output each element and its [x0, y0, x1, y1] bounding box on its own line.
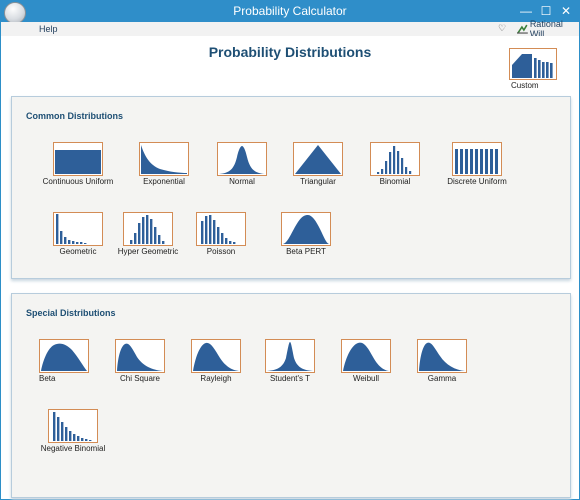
triangular-icon [295, 145, 341, 174]
continuous-uniform-label: Continuous Uniform [42, 177, 114, 186]
page-title: Probability Distributions [208, 44, 372, 60]
minimize-icon[interactable]: — [518, 3, 534, 19]
special-distributions-panel: Special Distributions Beta Chi Square Ra… [11, 293, 571, 498]
chi-square-icon [117, 343, 163, 371]
binomial-icon [377, 146, 412, 174]
brand-link[interactable]: Rational Will [517, 19, 579, 39]
gamma-label: Gamma [427, 374, 457, 383]
continuous-uniform-icon [55, 150, 101, 174]
geometric-icon [56, 214, 87, 244]
discrete-uniform-icon [455, 149, 498, 174]
beta-pert-button[interactable]: Beta PERT [256, 212, 356, 256]
weibull-icon [343, 342, 389, 371]
negative-binomial-button[interactable]: Negative Binomial [23, 409, 123, 453]
poisson-icon [201, 215, 236, 244]
window-title: Probability Calculator [233, 4, 347, 18]
beta-pert-icon [283, 215, 329, 244]
rational-will-logo-icon [517, 24, 528, 34]
main-content: Probability Distributions Custom Common … [1, 36, 579, 499]
common-distributions-title: Common Distributions [26, 111, 123, 121]
beta-icon [41, 343, 87, 371]
menu-bar: Help ♡ Rational Will [1, 19, 579, 39]
menu-help[interactable]: Help [39, 24, 58, 34]
negative-binomial-icon [53, 412, 92, 441]
hyper-geometric-icon [130, 215, 165, 244]
custom-icon [512, 54, 553, 78]
students-t-icon [267, 342, 313, 371]
normal-icon [219, 146, 265, 174]
title-bar: Probability Calculator — ☐ ✕ [0, 0, 580, 24]
gamma-icon [419, 342, 465, 371]
close-icon[interactable]: ✕ [558, 3, 574, 19]
continuous-uniform-button[interactable]: Continuous Uniform [28, 142, 128, 186]
special-distributions-title: Special Distributions [26, 308, 116, 318]
negative-binomial-label: Negative Binomial [40, 444, 106, 453]
gamma-button[interactable]: Gamma [392, 339, 492, 383]
exponential-icon [141, 145, 187, 174]
beta-pert-label: Beta PERT [286, 247, 326, 256]
custom-label: Custom [511, 81, 539, 90]
discrete-uniform-button[interactable]: Discrete Uniform [427, 142, 527, 186]
discrete-uniform-label: Discrete Uniform [447, 177, 507, 186]
common-distributions-panel: Common Distributions Continuous Uniform … [11, 96, 571, 279]
custom-thumb [509, 48, 557, 80]
custom-distribution-button[interactable]: Custom [509, 48, 559, 90]
maximize-icon[interactable]: ☐ [538, 3, 554, 19]
rayleigh-icon [193, 342, 239, 371]
chevron-down-icon[interactable]: ♡ [498, 23, 506, 34]
